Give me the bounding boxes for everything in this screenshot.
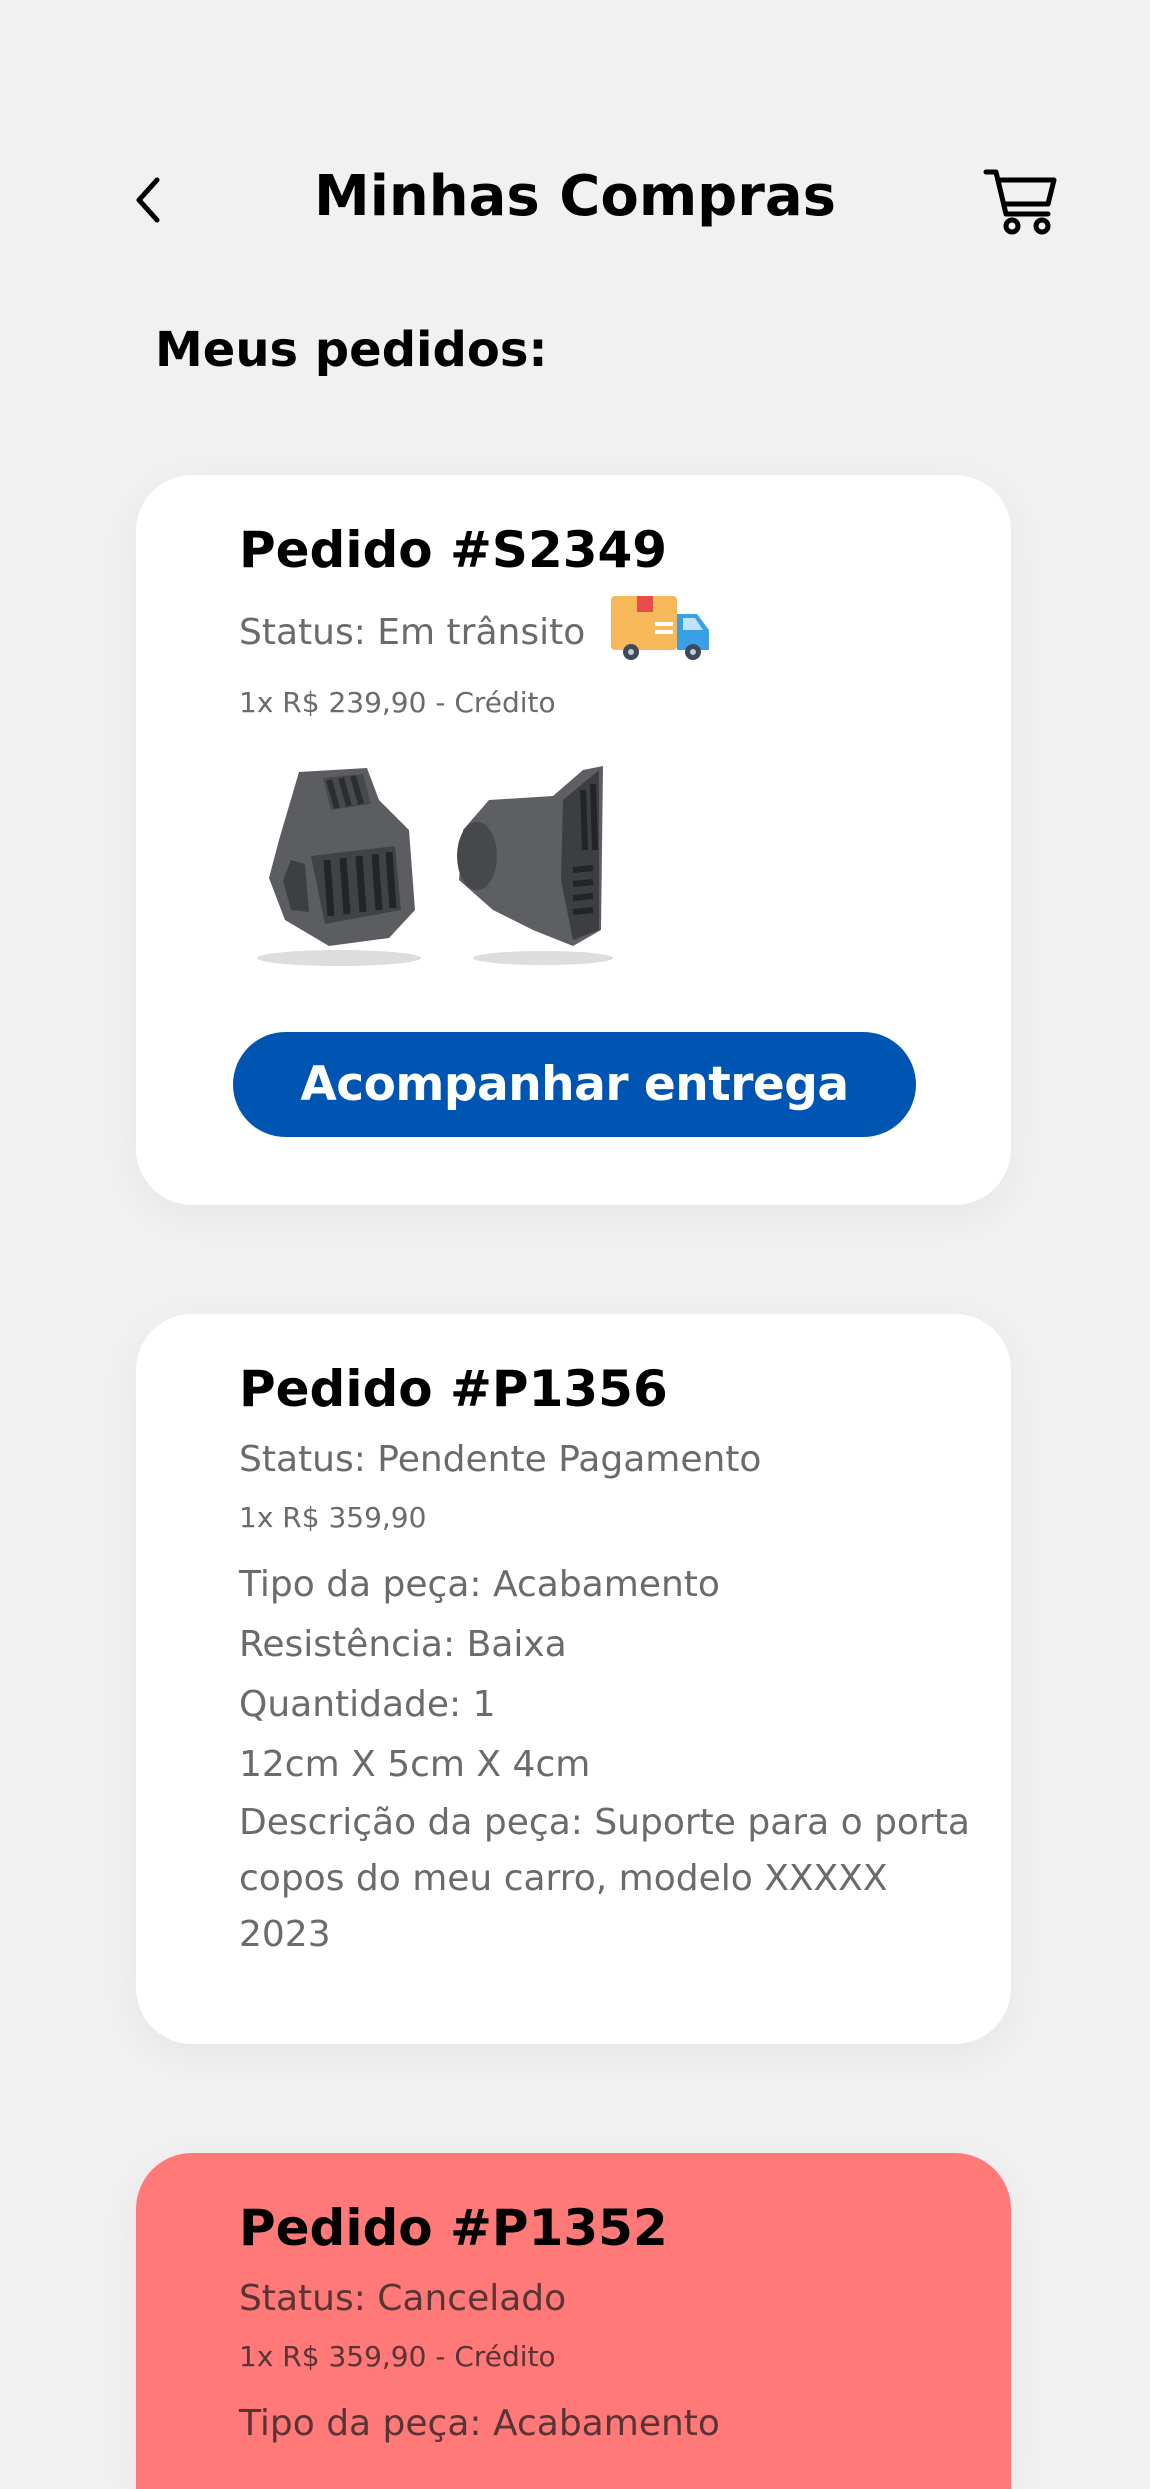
detail-description: Descrição da peça: Suporte para o porta … [239, 1802, 970, 1955]
order-price: 1x R$ 359,90 [239, 1501, 427, 1534]
track-delivery-button[interactable]: Acompanhar entrega [233, 1032, 916, 1137]
order-title: Pedido #P1356 [239, 1360, 668, 1418]
detail-resistance: Resistência: Baixa [239, 1624, 567, 1665]
order-details: Tipo da peça: Acabamento Resistência: Ba… [239, 1555, 991, 1963]
order-status: Status: Pendente Pagamento [239, 1439, 762, 1480]
delivery-truck-icon [611, 596, 710, 660]
detail-dimensions: 12cm X 5cm X 4cm [239, 1744, 591, 1785]
cart-icon [983, 169, 1057, 235]
detail-part-type: Tipo da peça: Acabamento [239, 2403, 720, 2444]
order-title: Pedido #S2349 [239, 521, 668, 579]
order-price: 1x R$ 359,90 - Crédito [239, 2340, 556, 2373]
order-status: Status: Cancelado [239, 2278, 567, 2319]
order-card[interactable]: Pedido #S2349 Status: Em trânsito 1x R$ … [136, 475, 1011, 1205]
order-details: Tipo da peça: Acabamento [239, 2394, 991, 2454]
page-title: Minhas Compras [313, 164, 837, 229]
order-price: 1x R$ 239,90 - Crédito [239, 686, 556, 719]
order-title: Pedido #P1352 [239, 2199, 668, 2257]
status-text: Status: Em trânsito [239, 612, 586, 653]
order-status: Status: Em trânsito [239, 596, 991, 668]
section-title: Meus pedidos: [155, 322, 548, 378]
order-card[interactable]: Pedido #P1352 Status: Cancelado 1x R$ 35… [136, 2153, 1011, 2489]
detail-part-type: Tipo da peça: Acabamento [239, 1564, 720, 1605]
order-card[interactable]: Pedido #P1356 Status: Pendente Pagamento… [136, 1314, 1011, 2044]
header: Minhas Compras [0, 150, 1150, 250]
detail-quantity: Quantidade: 1 [239, 1684, 496, 1725]
product-images [239, 760, 991, 980]
cart-button[interactable] [982, 166, 1060, 238]
product-image-front [257, 768, 421, 966]
product-image-side [457, 766, 613, 965]
